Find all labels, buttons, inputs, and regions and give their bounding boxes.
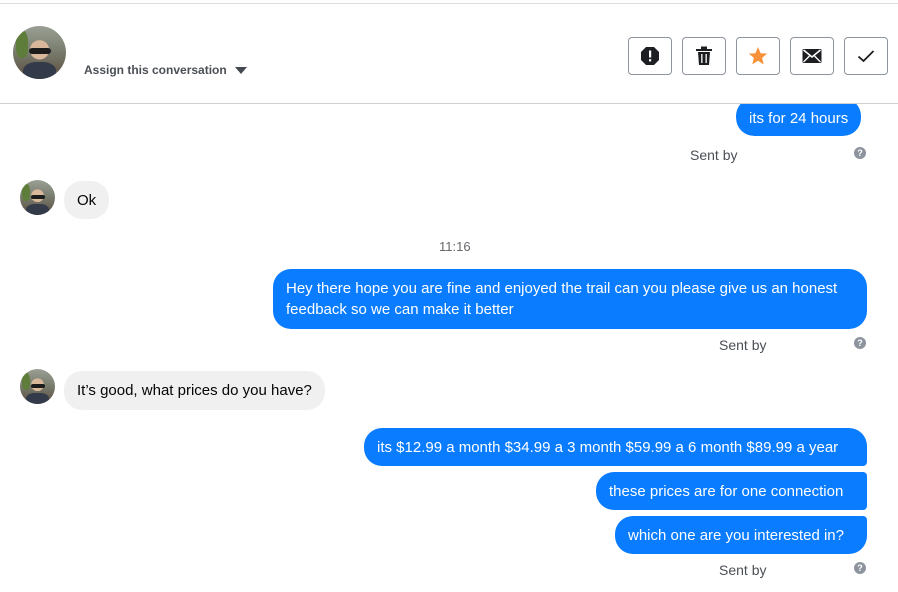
outgoing-message: its $12.99 a month $34.99 a 3 month $59.…: [364, 428, 867, 466]
assign-conversation-dropdown[interactable]: Assign this conversation: [84, 63, 247, 77]
message-text: these prices are for one connection: [609, 483, 844, 500]
message-text: Ok: [77, 192, 97, 209]
delete-button[interactable]: [682, 37, 726, 75]
message-text: which one are you interested in?: [628, 527, 844, 544]
spam-button[interactable]: [628, 37, 672, 75]
incoming-message: It’s good, what prices do you have?: [64, 371, 325, 410]
help-icon[interactable]: ?: [854, 337, 866, 349]
outgoing-message: which one are you interested in?: [615, 516, 867, 554]
conversation-header: Assign this conversation: [0, 4, 898, 104]
star-icon: [748, 47, 768, 65]
sender-avatar[interactable]: [20, 180, 55, 215]
help-icon[interactable]: ?: [854, 147, 866, 159]
done-button[interactable]: [844, 37, 888, 75]
message-text: its for 24 hours: [749, 110, 849, 127]
trash-icon: [696, 46, 712, 65]
assign-label: Assign this conversation: [84, 63, 227, 77]
message-text: Hey there hope you are fine and enjoyed …: [286, 280, 838, 318]
outgoing-message: Hey there hope you are fine and enjoyed …: [273, 269, 867, 329]
star-button[interactable]: [736, 37, 780, 75]
sent-by-label: Sent by: [719, 337, 767, 353]
message-timestamp: 11:16: [439, 239, 471, 254]
contact-avatar[interactable]: [13, 26, 66, 79]
sent-by-label: Sent by: [719, 562, 767, 578]
envelope-icon: [802, 49, 822, 63]
sender-avatar[interactable]: [20, 369, 55, 404]
outgoing-message: these prices are for one connection: [596, 472, 867, 510]
message-text: It’s good, what prices do you have?: [77, 382, 312, 399]
check-icon: [857, 50, 875, 63]
exclamation-icon: [641, 47, 659, 65]
help-icon[interactable]: ?: [854, 562, 866, 574]
mark-unread-button[interactable]: [790, 37, 834, 75]
message-text: its $12.99 a month $34.99 a 3 month $59.…: [377, 439, 839, 456]
caret-down-icon: [234, 67, 247, 74]
sent-by-label: Sent by: [690, 147, 738, 163]
incoming-message: Ok: [64, 181, 110, 219]
